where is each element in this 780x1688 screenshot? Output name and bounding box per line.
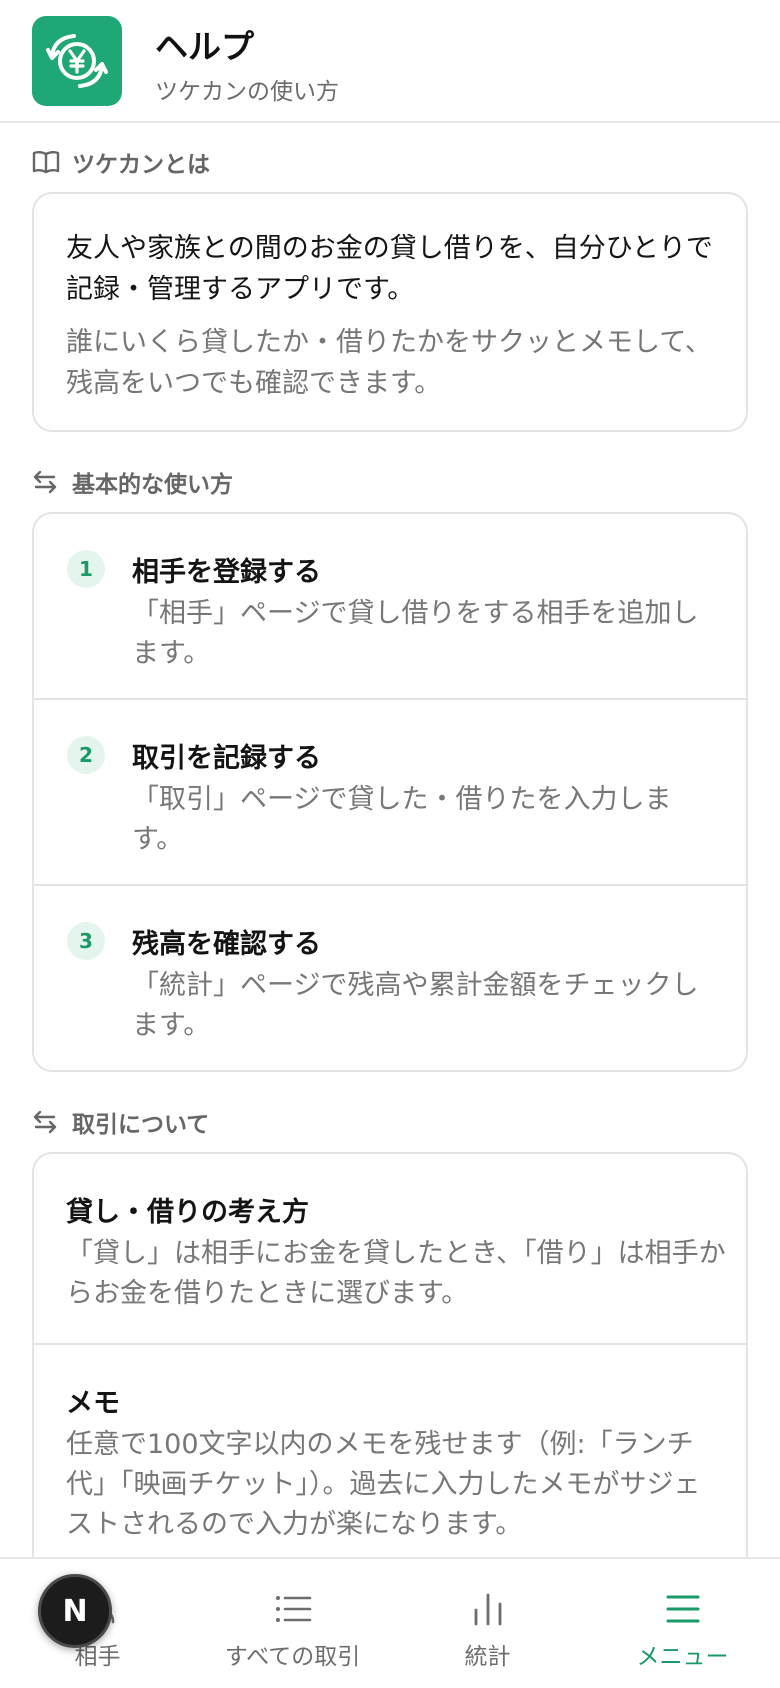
section-heading-label: ツケカンとは — [72, 152, 210, 178]
bar-chart-icon — [468, 1589, 508, 1629]
yen-exchange-icon — [46, 34, 108, 88]
step-description: 「取引」ページで貸した・借りたを入力します。 — [132, 784, 672, 855]
app-header: ヘルプ ツケカンの使い方 — [0, 0, 780, 123]
step-description: 「相手」ページで貸し借りをする相手を追加します。 — [132, 598, 699, 669]
topic-description: 任意で100文字以内のメモを残せます（例:「ランチ代」「映画チケット」）。過去に… — [66, 1429, 701, 1540]
step-title: 取引を記録する — [132, 743, 321, 774]
arrows-swap-icon — [32, 468, 60, 496]
step-description: 「統計」ページで残高や累計金額をチェックします。 — [132, 970, 699, 1041]
step-title: 残高を確認する — [132, 929, 321, 960]
page-subtitle: ツケカンの使い方 — [155, 79, 339, 105]
book-icon — [32, 148, 60, 176]
section-heading-label: 取引について — [72, 1112, 210, 1138]
step-number: 1 — [67, 550, 105, 588]
section-heading-label: 基本的な使い方 — [72, 472, 233, 498]
nav-item-menu[interactable]: メニュー — [585, 1559, 780, 1688]
about-main-text: 友人や家族との間のお金の貸し借りを、自分ひとりで記録・管理するアプリです。 — [66, 233, 713, 305]
step-item: 1 相手を登録する 「相手」ページで貸し借りをする相手を追加します。 — [34, 514, 746, 700]
nav-label: メニュー — [636, 1644, 729, 1670]
nav-item-all-transactions[interactable]: すべての取引 — [195, 1559, 390, 1688]
steps-card: 1 相手を登録する 「相手」ページで貸し借りをする相手を追加します。 2 取引を… — [32, 512, 748, 1072]
help-page: ヘルプ ツケカンの使い方 ツケカンとは 友人や家族との間のお金の貸し借りを、自分… — [0, 0, 780, 1688]
step-number: 3 — [67, 922, 105, 960]
step-title: 相手を登録する — [132, 557, 321, 588]
bottom-nav: 相手 すべての取引 統計 メニュー — [0, 1557, 780, 1688]
section-heading-about: ツケカンとは — [32, 145, 210, 179]
step-item: 3 残高を確認する 「統計」ページで残高や累計金額をチェックします。 — [34, 886, 746, 1070]
topic-title: 貸し・借りの考え方 — [66, 1197, 309, 1228]
dev-tools-badge[interactable]: N — [38, 1574, 112, 1648]
about-card: 友人や家族との間のお金の貸し借りを、自分ひとりで記録・管理するアプリです。 誰に… — [32, 192, 748, 432]
step-item: 2 取引を記録する 「取引」ページで貸した・借りたを入力します。 — [34, 700, 746, 886]
topic-item: メモ 任意で100文字以内のメモを残せます（例:「ランチ代」「映画チケット」）。… — [34, 1345, 746, 1590]
transactions-card: 貸し・借りの考え方 「貸し」は相手にお金を貸したとき、「借り」は相手からお金を借… — [32, 1152, 748, 1592]
topic-title: メモ — [66, 1388, 120, 1419]
menu-icon — [663, 1589, 703, 1629]
topic-description: 「貸し」は相手にお金を貸したとき、「借り」は相手からお金を借りたときに選びます。 — [66, 1238, 726, 1309]
app-logo — [32, 16, 122, 106]
arrows-swap-icon — [32, 1108, 60, 1136]
nav-item-stats[interactable]: 統計 — [390, 1559, 585, 1688]
list-icon — [273, 1589, 313, 1629]
section-heading-transactions: 取引について — [32, 1105, 209, 1139]
about-sub-text: 誰にいくら貸したか・借りたかをサクッとメモして、残高をいつでも確認できます。 — [66, 327, 712, 399]
nav-label: すべての取引 — [224, 1644, 361, 1670]
page-title: ヘルプ — [155, 27, 254, 66]
topic-item: 貸し・借りの考え方 「貸し」は相手にお金を貸したとき、「借り」は相手からお金を借… — [34, 1154, 746, 1345]
section-heading-basics: 基本的な使い方 — [32, 465, 233, 499]
nav-label: 統計 — [464, 1644, 511, 1670]
step-number: 2 — [67, 736, 105, 774]
